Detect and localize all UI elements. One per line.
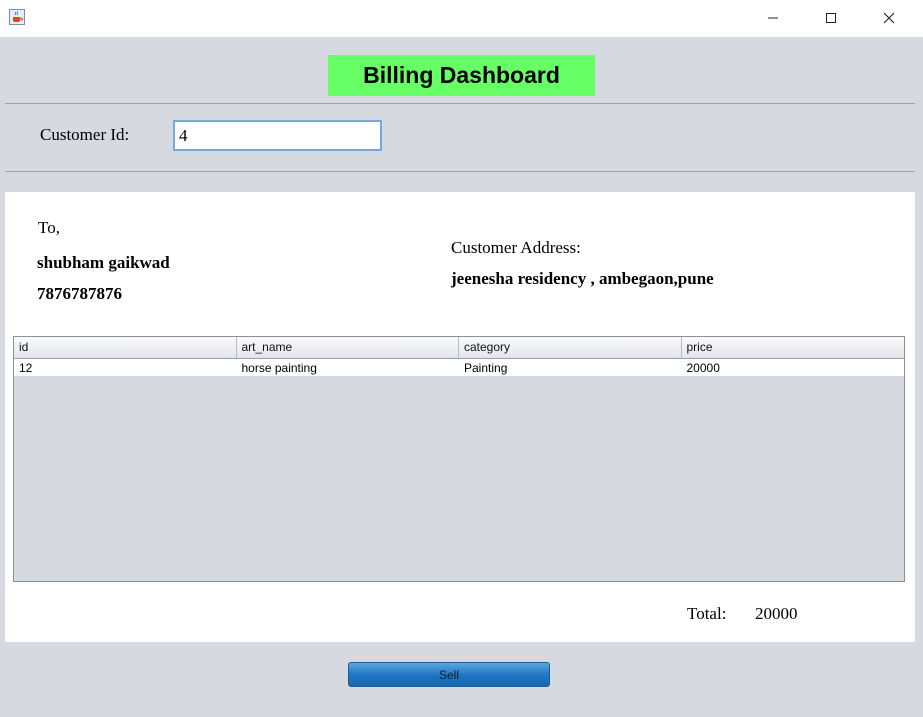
customer-id-input[interactable] xyxy=(173,120,382,151)
column-header-art-name[interactable]: art_name xyxy=(237,337,459,358)
table-header: id art_name category price xyxy=(14,337,904,359)
java-cup-icon xyxy=(9,9,25,25)
total-value: 20000 xyxy=(755,604,798,623)
table-row[interactable]: 12 horse painting Painting 20000 xyxy=(14,359,904,376)
maximize-icon xyxy=(826,13,836,23)
column-header-id[interactable]: id xyxy=(14,337,237,358)
column-header-price[interactable]: price xyxy=(682,337,905,358)
bill-panel: To, shubham gaikwad 7876787876 Customer … xyxy=(5,192,915,642)
customer-address-value: jeenesha residency , ambegaon,pune xyxy=(451,269,714,288)
table-body: 12 horse painting Painting 20000 xyxy=(14,359,904,376)
table-cell-category[interactable]: Painting xyxy=(459,359,682,376)
minimize-button[interactable] xyxy=(750,0,796,36)
customer-phone: 7876787876 xyxy=(37,284,122,303)
window-title-bar xyxy=(0,0,923,37)
table-cell-art-name[interactable]: horse painting xyxy=(237,359,460,376)
customer-name: shubham gaikwad xyxy=(37,253,170,272)
divider xyxy=(5,103,915,104)
table-cell-id[interactable]: 12 xyxy=(14,359,237,376)
sell-button[interactable]: Sell xyxy=(348,662,550,687)
divider xyxy=(5,171,915,172)
main-content: Billing Dashboard Customer Id: To, shubh… xyxy=(0,37,923,717)
customer-address-label: Customer Address: xyxy=(451,238,581,257)
maximize-button[interactable] xyxy=(808,0,854,36)
customer-id-label: Customer Id: xyxy=(40,125,130,144)
page-title: Billing Dashboard xyxy=(328,55,595,96)
column-header-category[interactable]: category xyxy=(459,337,682,358)
to-label: To, xyxy=(38,218,60,237)
total-label: Total: xyxy=(687,604,727,623)
table-cell-price[interactable]: 20000 xyxy=(682,359,905,376)
close-icon xyxy=(883,12,895,24)
items-table[interactable]: id art_name category price 12 horse pain… xyxy=(13,336,905,582)
minimize-icon xyxy=(768,17,778,19)
close-button[interactable] xyxy=(866,0,912,36)
